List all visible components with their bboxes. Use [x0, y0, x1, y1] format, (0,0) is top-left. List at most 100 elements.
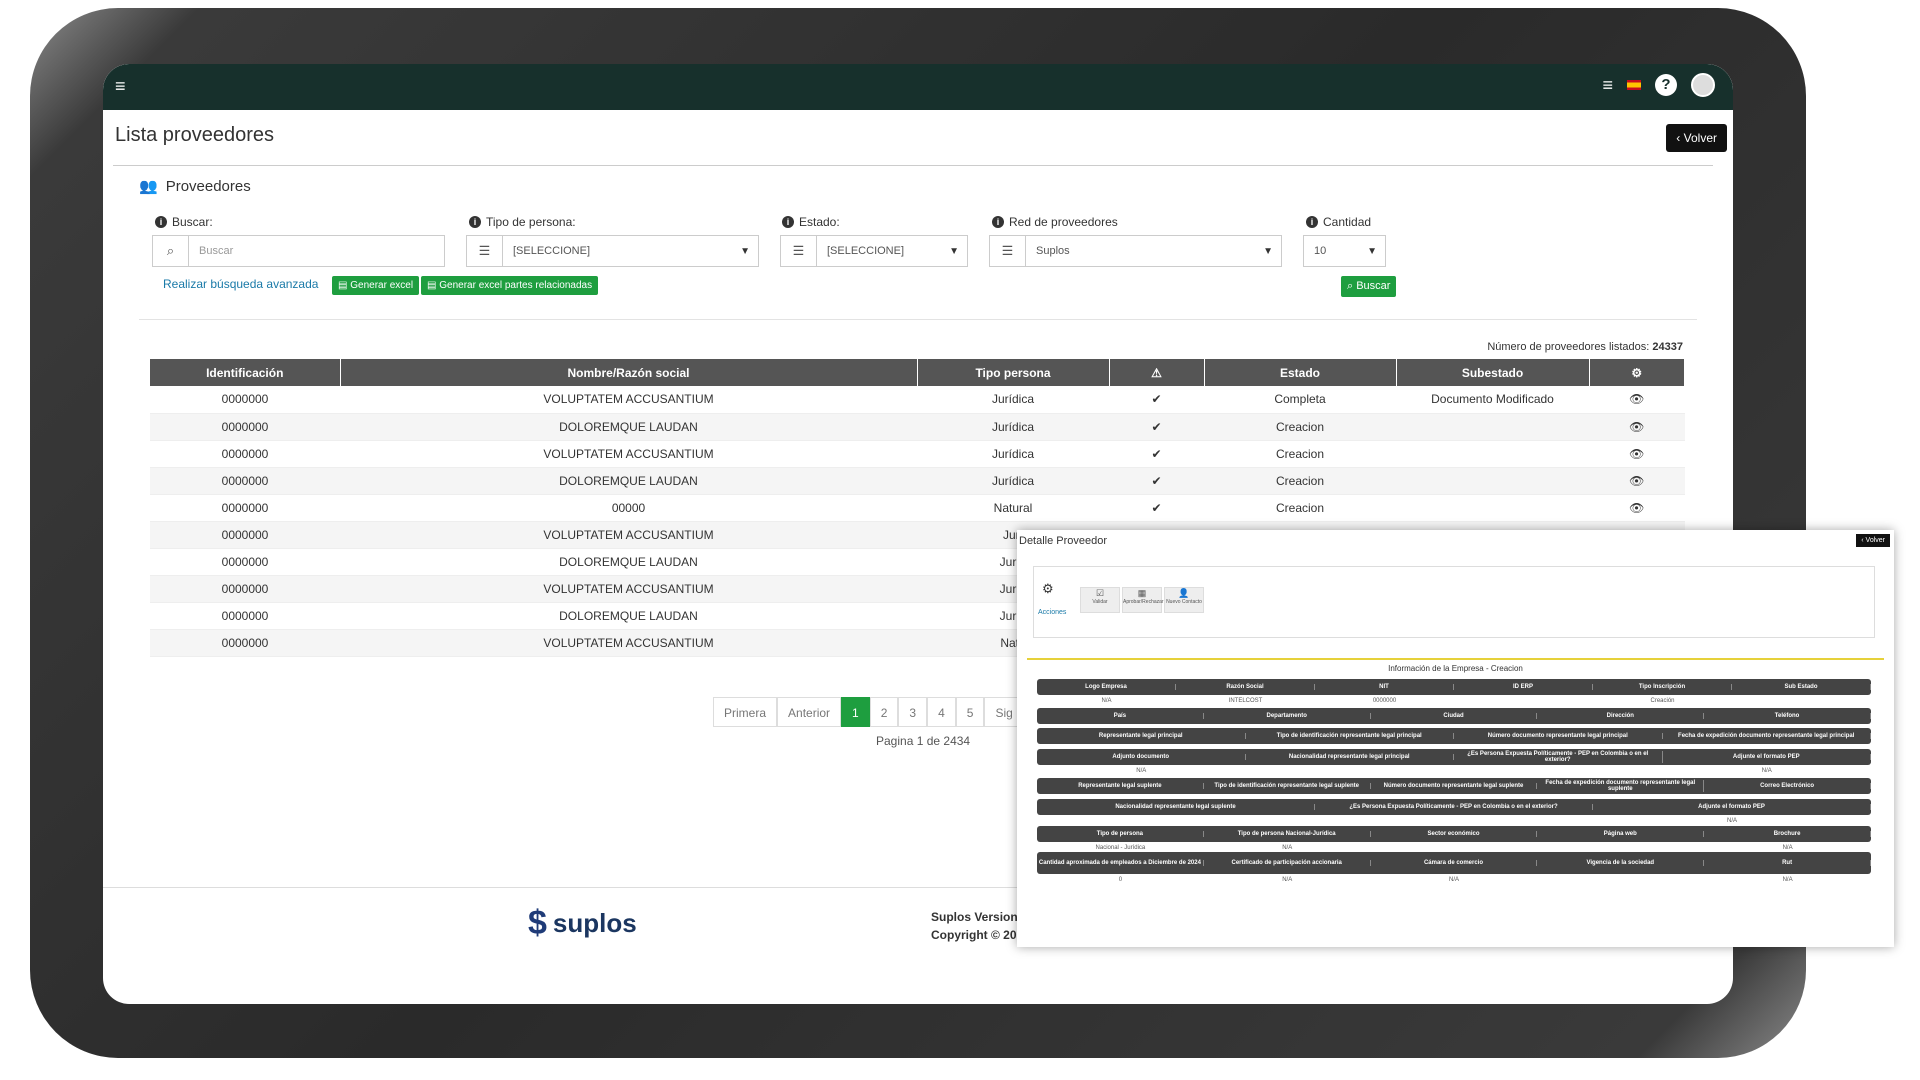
- info-value-cell: [1315, 818, 1593, 824]
- settings-icon[interactable]: ⚙: [1589, 359, 1685, 386]
- table-cell: 0000000: [150, 386, 340, 414]
- info-value-row: N/A INTELCOST 0000000 Creación: [1037, 698, 1871, 704]
- warning-icon[interactable]: ⚠: [1109, 359, 1205, 386]
- validar-button[interactable]: ☑ Validar: [1080, 587, 1120, 613]
- advanced-search-link[interactable]: Realizar búsqueda avanzada: [163, 277, 318, 291]
- calendar-check-icon: ▦: [1137, 588, 1147, 598]
- page-1[interactable]: 1: [841, 697, 870, 727]
- page-first[interactable]: Primera: [713, 697, 778, 727]
- table-cell: 0000000: [150, 494, 340, 522]
- excel-rel-label: Generar excel partes relacionadas: [439, 280, 593, 291]
- info-icon: i: [469, 216, 481, 228]
- table-row[interactable]: 0000000 DOLOREMQUE LAUDAN Jurídica ✔ Creacio…: [150, 467, 1685, 495]
- help-icon[interactable]: ?: [1655, 74, 1677, 96]
- table-cell: [1396, 440, 1589, 468]
- section-title: 👥 Proveedores: [139, 177, 251, 196]
- page-4[interactable]: 4: [927, 697, 956, 727]
- modal-back-button[interactable]: ‹ Volver: [1856, 534, 1890, 547]
- table-cell: 0000000: [150, 440, 340, 468]
- page-info: Pagina 1 de 2434: [876, 734, 971, 748]
- info-header-cell: ¿Es Persona Expuesta Políticamente - PEP…: [1454, 751, 1663, 763]
- col-estado[interactable]: Estado: [1204, 359, 1397, 386]
- logo-mark-icon: $: [528, 904, 547, 942]
- info-header-row: Representante legal suplente Tipo de iden…: [1037, 778, 1871, 794]
- info-value-cell: [1246, 768, 1455, 774]
- table-row[interactable]: 0000000 00000 Natural ✔ Creacion 👁: [150, 494, 1685, 522]
- info-header-cell: Tipo de identificación representante leg…: [1246, 733, 1454, 739]
- list-menu-icon[interactable]: ≡: [1602, 75, 1613, 96]
- info-header-cell: ¿Es Persona Expuesta Políticamente - PEP…: [1315, 804, 1593, 810]
- table-cell: ✔: [1109, 467, 1204, 495]
- info-icon: i: [992, 216, 1004, 228]
- red-label: i Red de proveedores: [992, 215, 1118, 229]
- table-cell[interactable]: 👁: [1589, 467, 1685, 495]
- info-header-cell: Tipo de persona: [1037, 831, 1204, 837]
- info-header-cell: Representante legal suplente: [1037, 783, 1204, 789]
- search-button[interactable]: ⌕ Buscar: [1341, 276, 1397, 297]
- section-label: Proveedores: [165, 177, 251, 195]
- cantidad-select[interactable]: 10 ▼: [1303, 235, 1386, 267]
- info-header-cell: Certificado de participación accionaria: [1204, 860, 1371, 866]
- spain-flag-icon[interactable]: [1627, 80, 1641, 90]
- info-value-cell: [1454, 768, 1663, 774]
- users-icon: 👥: [139, 178, 158, 195]
- table-cell: VOLUPTATEM ACCUSANTIUM: [340, 386, 917, 414]
- nuevo-contacto-label: Nuevo Contacto: [1166, 599, 1202, 605]
- info-value-cell: N/A: [1101, 698, 1112, 704]
- table-row[interactable]: 0000000 VOLUPTATEM ACCUSANTIUM Jurídica ✔ Co…: [150, 386, 1685, 414]
- page-2[interactable]: 2: [869, 697, 899, 727]
- table-cell: 0000000: [150, 548, 340, 576]
- col-tipo[interactable]: Tipo persona: [917, 359, 1110, 386]
- back-button[interactable]: ‹ Volver: [1666, 124, 1727, 152]
- info-header-cell: Fecha de expedición documento representa…: [1663, 733, 1871, 739]
- info-header-row: País Departamento Ciudad Dirección Teléfono: [1037, 708, 1871, 724]
- table-cell: 00000: [340, 494, 917, 522]
- table-cell: 0000000: [150, 575, 340, 603]
- page-5[interactable]: 5: [955, 697, 985, 727]
- aprobar-label: Aprobar/Rechazar: [1123, 599, 1164, 605]
- table-cell: VOLUPTATEM ACCUSANTIUM: [340, 629, 917, 657]
- info-value-row: Nacional - Jurídica N/A N/A: [1037, 845, 1871, 851]
- col-subestado[interactable]: Subestado: [1396, 359, 1590, 386]
- page-prev[interactable]: Anterior: [777, 697, 842, 727]
- highlight-divider: [1027, 658, 1884, 660]
- generate-excel-related-button[interactable]: ▤ Generar excel partes relacionadas: [421, 276, 599, 295]
- estado-select[interactable]: ☰ [SELECCIONE] ▼: [780, 235, 968, 267]
- top-navbar: ≡ ≡ ?: [103, 64, 1733, 110]
- table-cell[interactable]: 👁: [1589, 413, 1685, 441]
- info-value-cell: N/A: [1282, 845, 1293, 851]
- menu-icon[interactable]: ≡: [115, 77, 126, 95]
- generate-excel-button[interactable]: ▤ Generar excel: [332, 276, 420, 295]
- chevron-down-icon: ▼: [1367, 245, 1377, 257]
- nuevo-contacto-button[interactable]: 👤 Nuevo Contacto: [1164, 587, 1204, 613]
- col-identificacion[interactable]: Identificación: [150, 359, 341, 386]
- table-cell[interactable]: 👁: [1589, 440, 1685, 468]
- info-value-row: 0 N/A N/A N/A: [1037, 877, 1871, 883]
- table-cell[interactable]: 👁: [1589, 386, 1685, 414]
- search-input[interactable]: ⌕ Buscar: [152, 235, 445, 267]
- table-cell: [1396, 413, 1589, 441]
- info-header-cell: Correo Electrónico: [1704, 783, 1871, 789]
- info-header-cell: ID ERP: [1454, 684, 1593, 690]
- info-value-cell: N/A: [1136, 768, 1147, 774]
- tipo-persona-select[interactable]: ☰ [SELECCIONE] ▼: [466, 235, 759, 267]
- info-header-row: Adjunto documento Nacionalidad representa…: [1037, 749, 1871, 765]
- table-cell: Jurídica: [917, 413, 1109, 441]
- table-row[interactable]: 0000000 DOLOREMQUE LAUDAN Jurídica ✔ Creacio…: [150, 413, 1685, 441]
- info-value-cell: N/A: [1782, 877, 1793, 883]
- page-3[interactable]: 3: [898, 697, 928, 727]
- info-value-cell: N/A: [1726, 818, 1737, 824]
- table-cell[interactable]: 👁: [1589, 494, 1685, 522]
- acciones-link[interactable]: Acciones: [1038, 609, 1066, 616]
- info-value-cell: INTELCOST: [1228, 698, 1263, 704]
- avatar[interactable]: [1691, 73, 1715, 97]
- red-select[interactable]: ☰ Suplos ▼: [989, 235, 1282, 267]
- info-header-cell: Logo Empresa: [1037, 684, 1176, 690]
- excel-label: Generar excel: [350, 280, 414, 291]
- aprobar-button[interactable]: ▦ Aprobar/Rechazar: [1122, 587, 1164, 613]
- col-nombre[interactable]: Nombre/Razón social: [340, 359, 918, 386]
- info-value-cell: [1454, 698, 1593, 704]
- info-header-cell: Dirección: [1537, 713, 1705, 719]
- list-icon: ☰: [990, 236, 1026, 266]
- table-row[interactable]: 0000000 VOLUPTATEM ACCUSANTIUM Jurídica ✔ Cr…: [150, 440, 1685, 468]
